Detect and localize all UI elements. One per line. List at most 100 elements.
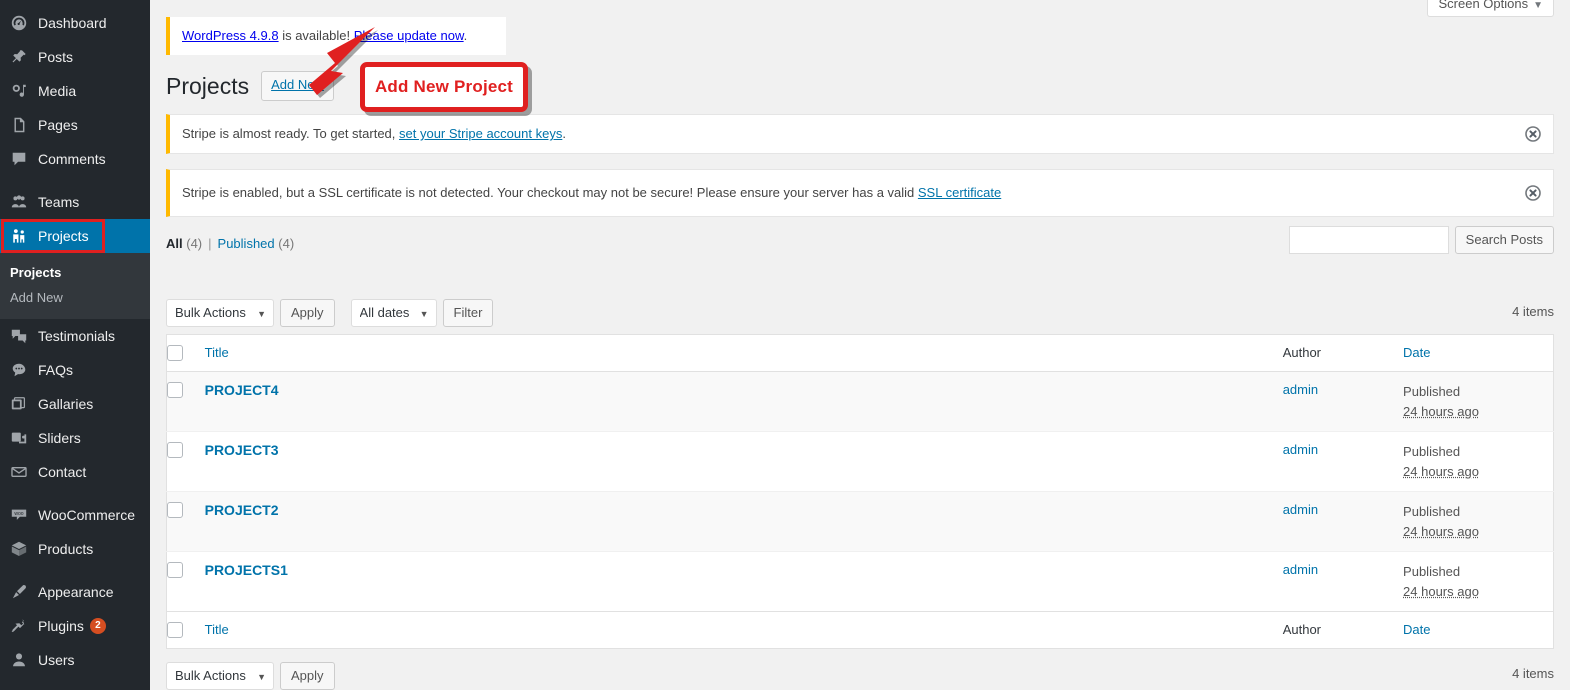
sidebar-item-label: Testimonials (38, 328, 116, 344)
bulk-actions-select-bottom[interactable]: Bulk Actions (166, 662, 274, 690)
sidebar-item-comments[interactable]: Comments (0, 142, 150, 176)
page-title: Projects (166, 72, 250, 99)
table-header-row: Title Author Date (166, 334, 1554, 373)
row-date-cell: Published 24 hours ago (1403, 552, 1553, 612)
faqs-icon (9, 360, 29, 380)
sidebar-item-label: Teams (38, 194, 80, 210)
column-header-date: Date (1403, 334, 1554, 373)
row-checkbox[interactable] (167, 442, 183, 459)
row-author-link[interactable]: admin (1283, 442, 1318, 457)
row-checkbox[interactable] (167, 382, 183, 399)
chevron-down-icon: ▼ (1533, 0, 1543, 11)
row-author-link[interactable]: admin (1283, 562, 1318, 577)
table-row: PROJECTS1 admin Published 24 hours ago (166, 551, 1554, 612)
submenu-item-projects[interactable]: Projects (0, 260, 150, 285)
row-author-link[interactable]: admin (1283, 502, 1318, 517)
wp-admin-screen: Dashboard Posts Media Pages Comments Teams Pro… (0, 0, 1570, 690)
date-filter-select[interactable]: All dates (350, 299, 437, 328)
row-select-cell (167, 372, 205, 432)
media-icon (9, 81, 29, 101)
bulk-actions-select-top[interactable]: Bulk Actions (166, 299, 274, 328)
screen-meta-links: Screen Options ▼ (1427, 0, 1554, 17)
row-author-cell: admin (1283, 372, 1403, 432)
dismiss-circle-x-icon[interactable] (1523, 183, 1543, 203)
envelope-icon (9, 462, 29, 482)
displaying-num-bottom: 4 items (1512, 666, 1554, 682)
sidebar-item-label: Sliders (38, 430, 81, 446)
row-date-cell: Published 24 hours ago (1403, 492, 1553, 552)
sidebar-item-faqs[interactable]: FAQs (0, 353, 150, 387)
main-content: Screen Options ▼ WordPress 4.9.8 is avail… (150, 0, 1570, 690)
bulk-actions-select-wrap-bottom: Bulk Actions ▼ (166, 662, 274, 690)
sidebar-item-media[interactable]: Media (0, 74, 150, 108)
row-title-cell: PROJECT3 (205, 432, 1283, 492)
sidebar-item-projects[interactable]: Projects (0, 219, 158, 253)
row-title-link[interactable]: PROJECT2 (205, 502, 279, 518)
row-status-text: Published (1403, 444, 1461, 460)
sort-by-title-link-footer[interactable]: Title (205, 622, 229, 637)
sidebar-item-label: Projects (38, 228, 89, 244)
bulk-actions-select-wrap: Bulk Actions ▼ (166, 299, 274, 328)
row-select-cell (167, 432, 205, 492)
submenu-item-add-new[interactable]: Add New (0, 285, 150, 310)
view-all: All (4) (166, 236, 202, 251)
sidebar-item-label: Users (38, 652, 75, 668)
row-title-link[interactable]: PROJECT3 (205, 442, 279, 458)
view-published-count: (4) (278, 236, 295, 252)
sidebar-item-woocommerce[interactable]: woo WooCommerce (0, 498, 150, 532)
row-relative-date: 24 hours ago (1403, 583, 1479, 599)
row-title-link[interactable]: PROJECT4 (205, 382, 279, 398)
sidebar-item-plugins[interactable]: Plugins 2 (0, 609, 150, 643)
row-checkbox[interactable] (167, 502, 183, 519)
paintbrush-icon (9, 582, 29, 602)
select-all-checkbox-top[interactable] (167, 345, 183, 362)
projects-list-table: Title Author Date PROJECT4 admin Published… (166, 334, 1554, 650)
apply-button-bottom[interactable]: Apply (280, 662, 335, 690)
sidebar-item-users[interactable]: Users (0, 643, 150, 677)
plugins-update-badge: 2 (89, 618, 106, 634)
select-all-checkbox-bottom[interactable] (167, 622, 183, 639)
set-stripe-account-keys-link[interactable]: set your Stripe account keys (399, 126, 562, 141)
row-select-cell (167, 492, 205, 552)
add-new-button[interactable]: Add New (261, 71, 334, 101)
sidebar-item-label: Media (38, 83, 77, 99)
view-all-link[interactable]: All (166, 236, 183, 251)
sidebar-item-gallaries[interactable]: Gallaries (0, 387, 150, 421)
displaying-num-top: 4 items (1512, 304, 1554, 320)
sidebar-item-sliders[interactable]: Sliders (0, 421, 150, 455)
sidebar-item-label: Dashboard (38, 15, 107, 31)
views-separator: | (208, 236, 212, 252)
sidebar-item-products[interactable]: Products (0, 532, 150, 566)
view-published-link[interactable]: Published (218, 236, 275, 251)
row-checkbox[interactable] (167, 562, 183, 579)
sidebar-item-posts[interactable]: Posts (0, 40, 150, 74)
search-posts-button[interactable]: Search Posts (1454, 226, 1554, 255)
sidebar-item-contact[interactable]: Contact (0, 455, 150, 489)
table-foot: Title Author Date (166, 611, 1554, 649)
sort-by-date-link[interactable]: Date (1403, 345, 1430, 360)
ssl-certificate-link[interactable]: SSL certificate (918, 185, 1001, 200)
sidebar-item-testimonials[interactable]: Testimonials (0, 319, 150, 353)
sidebar-item-label: Contact (38, 464, 87, 480)
row-status-text: Published (1403, 384, 1461, 400)
sort-by-title-link[interactable]: Title (205, 345, 229, 360)
please-update-now-link[interactable]: Please update now (354, 28, 464, 43)
filter-button[interactable]: Filter (442, 299, 494, 328)
sidebar-item-dashboard[interactable]: Dashboard (0, 6, 150, 40)
screen-options-button[interactable]: Screen Options ▼ (1427, 0, 1554, 17)
apply-button-top[interactable]: Apply (280, 299, 335, 328)
user-icon (9, 650, 29, 670)
search-input[interactable] (1288, 226, 1449, 255)
tablenav-top: Bulk Actions ▼ Apply All dates ▼ Filter … (166, 295, 1554, 331)
sidebar-item-label: Posts (38, 49, 74, 65)
row-author-cell: admin (1283, 552, 1403, 612)
dismiss-circle-x-icon[interactable] (1523, 124, 1543, 144)
sidebar-item-teams[interactable]: Teams (0, 185, 150, 219)
sidebar-item-pages[interactable]: Pages (0, 108, 150, 142)
row-title-link[interactable]: PROJECTS1 (205, 562, 288, 578)
sidebar-item-appearance[interactable]: Appearance (0, 575, 150, 609)
wordpress-version-link[interactable]: WordPress 4.9.8 (182, 28, 279, 43)
row-author-link[interactable]: admin (1283, 382, 1318, 397)
sort-by-date-link-footer[interactable]: Date (1403, 622, 1430, 637)
comment-icon (9, 149, 29, 169)
